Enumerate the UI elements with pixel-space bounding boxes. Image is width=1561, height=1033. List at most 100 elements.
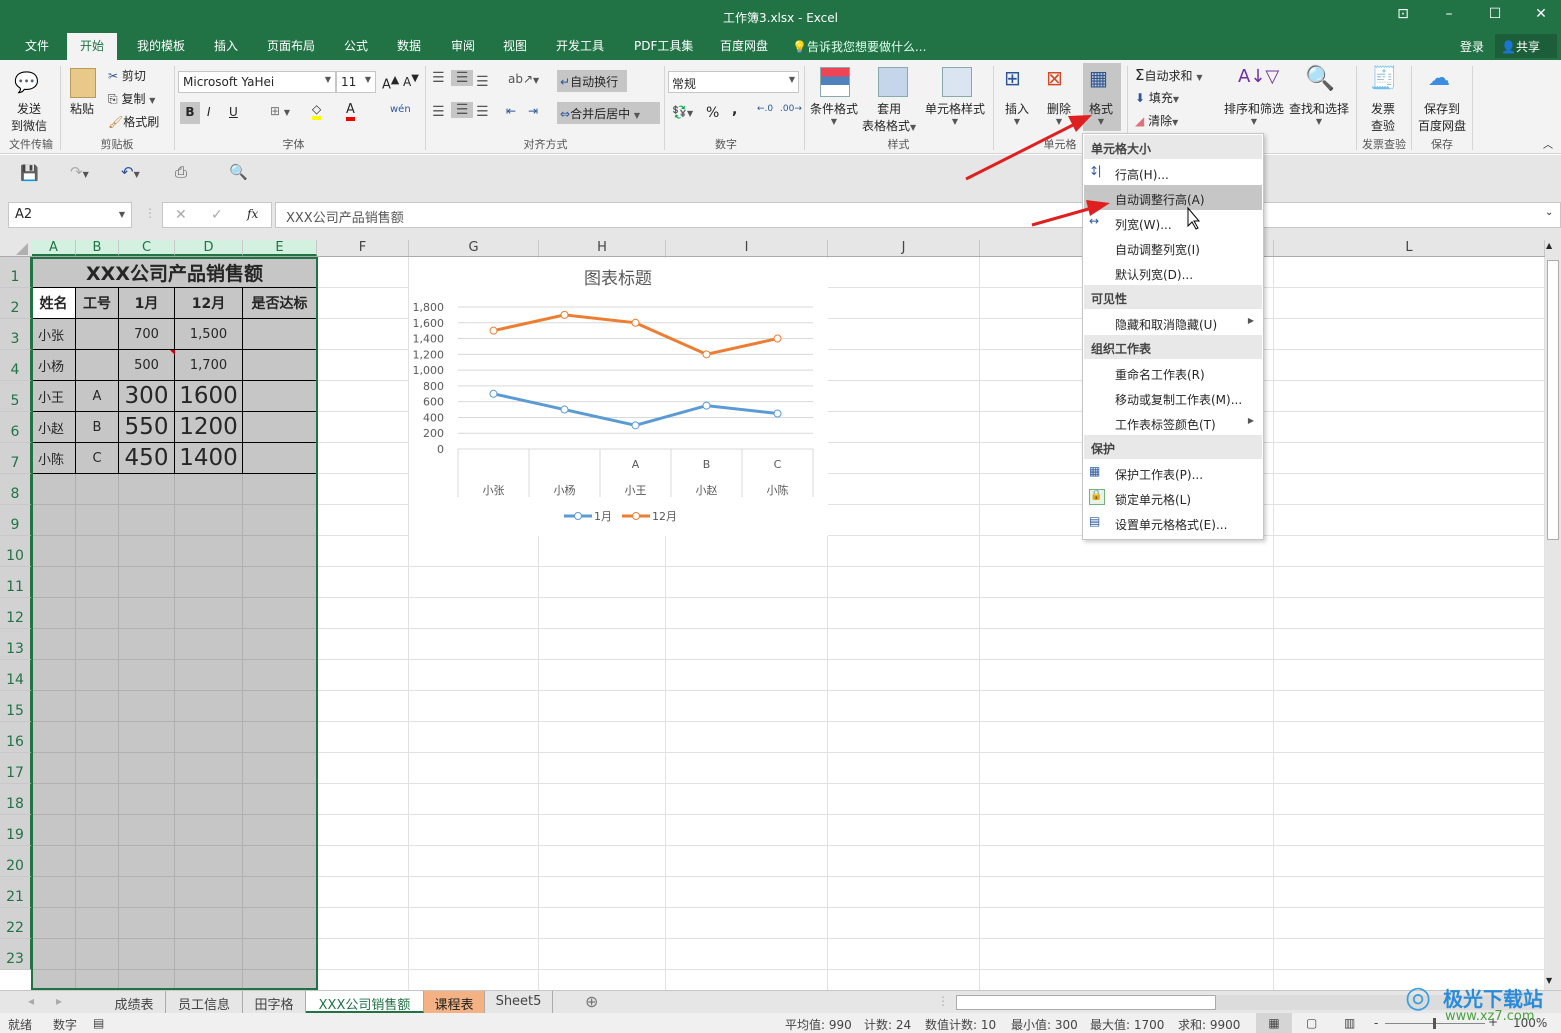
align-middle-icon[interactable]: ☰ <box>451 70 473 86</box>
horizontal-scroll-thumb[interactable] <box>956 995 1216 1010</box>
autosum-button[interactable]: Σ自动求和 ▼ <box>1135 66 1202 84</box>
macro-record-icon[interactable]: ▤ <box>93 1016 104 1030</box>
shrink-font-icon[interactable]: A▼ <box>403 73 419 89</box>
splitter-icon[interactable]: ⋮ <box>937 994 949 1008</box>
sort-filter-button[interactable]: 排序和筛选 ▼ <box>1224 100 1284 126</box>
decrease-indent-icon[interactable]: ⇤ <box>506 104 516 118</box>
insert-button[interactable]: 插入 ▼ <box>1005 100 1029 126</box>
row-header-5[interactable]: 5 <box>0 381 32 412</box>
copy-button[interactable]: ⎘ 复制 ▼ <box>108 90 155 107</box>
page-layout-view-icon[interactable]: ▢ <box>1306 1016 1317 1030</box>
row-header-4[interactable]: 4 <box>0 350 32 381</box>
percent-button[interactable]: % <box>706 105 719 121</box>
page-break-view-icon[interactable]: ▥ <box>1344 1016 1355 1030</box>
ribbon-display-icon[interactable]: ⊡ <box>1388 6 1418 22</box>
row-header-18[interactable]: 18 <box>0 784 32 815</box>
print-preview-icon[interactable]: ⎙ <box>175 163 187 181</box>
align-right-icon[interactable]: ☰ <box>476 104 489 120</box>
zoom-out-icon[interactable]: - <box>1374 1016 1378 1030</box>
row-header-6[interactable]: 6 <box>0 412 32 443</box>
align-center-icon[interactable]: ☰ <box>451 102 473 118</box>
menu-item[interactable]: 锁定单元格(L) 🔒 <box>1084 485 1262 510</box>
phonetic-icon[interactable]: wén <box>390 104 411 115</box>
row-header-17[interactable]: 17 <box>0 753 32 784</box>
row-header-22[interactable]: 22 <box>0 908 32 939</box>
redo-icon[interactable]: ↷▼ <box>70 163 89 181</box>
zoom-slider[interactable] <box>1385 1018 1485 1029</box>
clear-button[interactable]: ◢ 清除▼ <box>1135 112 1178 129</box>
format-as-table-button[interactable]: 套用 表格格式▼ <box>862 100 916 134</box>
row-header-16[interactable]: 16 <box>0 722 32 753</box>
align-bottom-icon[interactable]: ☰ <box>476 74 489 90</box>
row-header-1[interactable]: 1 <box>0 257 32 288</box>
conditional-format-button[interactable]: 条件格式 ▼ <box>810 100 858 126</box>
row-header-12[interactable]: 12 <box>0 598 32 629</box>
align-top-icon[interactable]: ☰ <box>432 70 445 86</box>
tab-8[interactable]: 视图 <box>497 37 533 54</box>
sheet-tab-2[interactable]: 田字格 <box>243 991 306 1013</box>
borders-icon[interactable]: ⊞ ▼ <box>270 104 290 118</box>
sheet-tab-5[interactable]: Sheet5 <box>485 991 553 1013</box>
vertical-scrollbar[interactable]: ▲ ▼ <box>1545 240 1561 990</box>
login-link[interactable]: 登录 <box>1460 38 1484 55</box>
row-header-23[interactable]: 23 <box>0 939 32 970</box>
sheet-tab-0[interactable]: 成绩表 <box>103 991 166 1013</box>
column-header-F[interactable]: F <box>317 240 409 256</box>
vertical-scroll-thumb[interactable] <box>1547 260 1559 540</box>
save-icon[interactable]: 💾 <box>20 164 39 182</box>
increase-decimal-icon[interactable]: ←.0 <box>757 104 773 114</box>
font-color-icon[interactable]: A <box>346 102 355 121</box>
row-header-14[interactable]: 14 <box>0 660 32 691</box>
row-header-2[interactable]: 2 <box>0 288 32 319</box>
scroll-down-icon[interactable]: ▼ <box>1546 976 1552 985</box>
expand-formula-icon[interactable]: ⌄ <box>1545 207 1553 218</box>
tab-1[interactable]: 开始 <box>67 33 118 60</box>
sheet-tab-4[interactable]: 课程表 <box>424 991 485 1013</box>
font-name-select[interactable]: Microsoft YaHei ▼ <box>178 71 336 93</box>
undo-icon[interactable]: ↶▼ <box>121 163 140 181</box>
column-header-L[interactable]: L <box>1274 240 1545 256</box>
minimize-icon[interactable]: – <box>1434 6 1464 22</box>
accounting-format-icon[interactable]: 💱▼ <box>672 105 693 119</box>
orientation-icon[interactable]: ab↗▼ <box>508 72 539 86</box>
underline-button[interactable]: U <box>229 105 238 119</box>
prev-sheet-icon[interactable]: ◂ <box>28 994 34 1008</box>
tab-5[interactable]: 公式 <box>338 37 374 54</box>
formula-input[interactable]: XXX公司产品销售额 <box>275 202 1561 228</box>
enter-icon[interactable]: ✓ <box>211 207 223 223</box>
format-button[interactable]: ▦ 格式 ▼ <box>1083 63 1121 131</box>
row-header-8[interactable]: 8 <box>0 474 32 505</box>
tab-11[interactable]: 百度网盘 <box>714 37 774 54</box>
column-header-D[interactable]: D <box>175 240 243 256</box>
column-header-C[interactable]: C <box>119 240 175 256</box>
menu-item[interactable]: 重命名工作表(R) <box>1084 360 1262 385</box>
insert-function-icon[interactable]: fx <box>247 207 258 221</box>
font-size-select[interactable]: 11 ▼ <box>336 71 376 93</box>
invoice-check-button[interactable]: 发票 查验 <box>1371 100 1395 134</box>
column-header-G[interactable]: G <box>409 240 539 256</box>
row-header-9[interactable]: 9 <box>0 505 32 536</box>
row-header-21[interactable]: 21 <box>0 877 32 908</box>
tell-me-search[interactable]: 💡告诉我您想要做什么... <box>792 38 926 55</box>
next-sheet-icon[interactable]: ▸ <box>56 994 62 1008</box>
add-sheet-icon[interactable]: ⊕ <box>585 992 598 1011</box>
row-header-13[interactable]: 13 <box>0 629 32 660</box>
tab-2[interactable]: 我的模板 <box>131 37 191 54</box>
increase-indent-icon[interactable]: ⇥ <box>528 104 538 118</box>
grow-font-icon[interactable]: A▲ <box>382 73 399 92</box>
menu-item[interactable]: 自动调整列宽(I) <box>1084 235 1262 260</box>
menu-item[interactable]: 自动调整行高(A) <box>1084 185 1262 210</box>
fill-button[interactable]: ⬇ 填充▼ <box>1135 89 1179 106</box>
cut-button[interactable]: ✂ 剪切 <box>108 67 146 84</box>
tab-0[interactable]: 文件 <box>19 37 55 54</box>
menu-item[interactable]: 默认列宽(D)... <box>1084 260 1262 285</box>
cell-styles-button[interactable]: 单元格样式 ▼ <box>925 100 985 126</box>
row-header-10[interactable]: 10 <box>0 536 32 567</box>
column-header-E[interactable]: E <box>243 240 317 256</box>
menu-item[interactable]: 工作表标签颜色(T) ▶ <box>1084 410 1262 435</box>
tab-9[interactable]: 开发工具 <box>550 37 610 54</box>
share-button[interactable]: 👤共享 <box>1495 34 1557 58</box>
name-box[interactable]: A2 ▼ <box>8 202 132 228</box>
line-chart[interactable]: 图表标题 0 200 400 600 800 1,000 1,200 1,400 1,600 1,8… <box>409 258 828 536</box>
row-header-19[interactable]: 19 <box>0 815 32 846</box>
